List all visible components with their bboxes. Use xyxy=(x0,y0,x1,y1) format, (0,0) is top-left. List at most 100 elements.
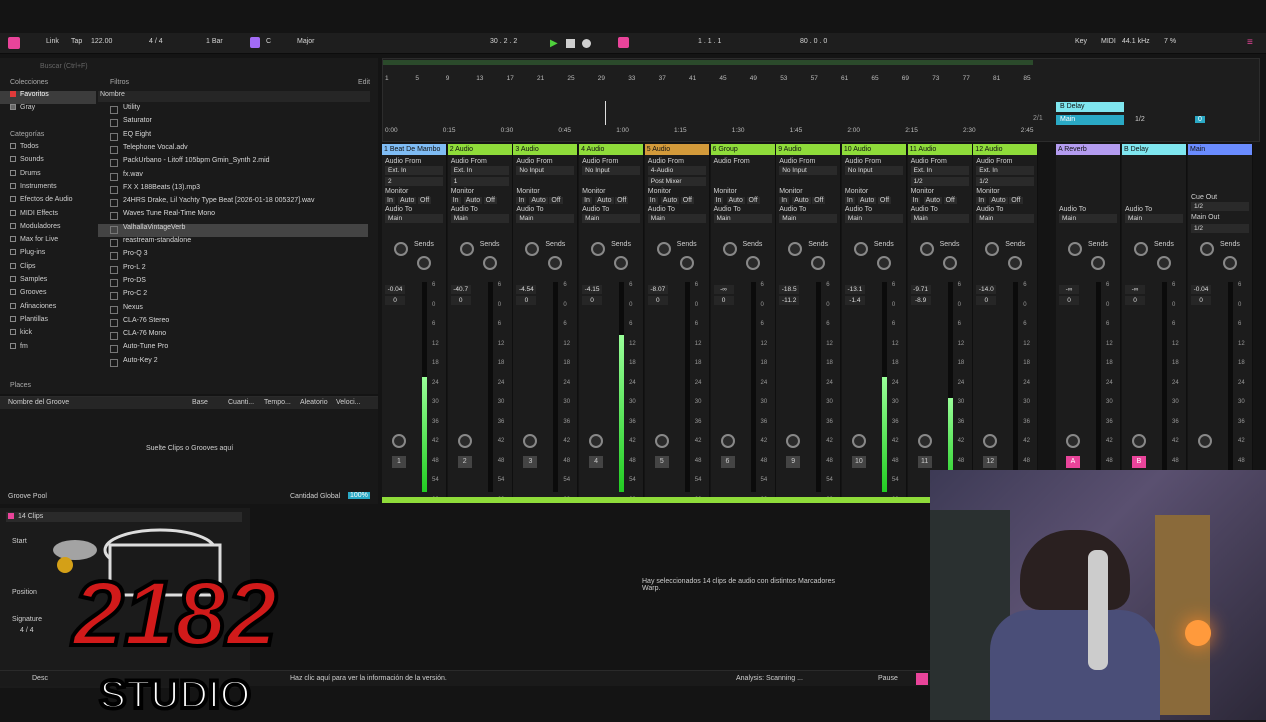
cue-out-select[interactable]: 1/2 xyxy=(1191,202,1249,211)
quantize-select[interactable]: 1 Bar xyxy=(206,38,223,45)
monitor-auto-button[interactable]: Auto xyxy=(595,197,614,204)
overview-strip[interactable] xyxy=(383,60,1033,65)
pan-knob[interactable] xyxy=(983,434,998,448)
track-activator[interactable]: 2 xyxy=(457,456,472,468)
groove-col-velocity[interactable]: Veloci... xyxy=(336,399,361,406)
app-menu-icon[interactable] xyxy=(8,37,20,49)
send-a-knob[interactable] xyxy=(985,242,1000,256)
output-select[interactable]: Main xyxy=(1125,214,1183,223)
groove-col-random[interactable]: Aleatorio xyxy=(300,399,328,406)
monitor-auto-button[interactable]: Auto xyxy=(923,197,942,204)
pan-value[interactable]: 0 xyxy=(1191,296,1211,305)
loop-length-field[interactable]: 80 . 0 . 0 xyxy=(800,38,827,45)
output-select[interactable]: Main xyxy=(844,214,903,223)
category-6[interactable]: Moduladores xyxy=(0,222,96,236)
volume-value[interactable]: -40.7 xyxy=(450,285,471,294)
category-3[interactable]: Instruments xyxy=(0,182,96,196)
input-type-select[interactable]: Ext. In xyxy=(976,166,1035,175)
monitor-in-button[interactable]: In xyxy=(516,197,527,204)
volume-value[interactable]: -9.71 xyxy=(910,285,931,294)
monitor-in-button[interactable]: In xyxy=(713,197,724,204)
volume-value[interactable]: -18.5 xyxy=(779,285,800,294)
pan-knob[interactable] xyxy=(1132,434,1146,448)
browser-item[interactable]: Auto-Key 2 xyxy=(98,357,368,370)
output-select[interactable]: Main xyxy=(647,214,706,223)
monitor-auto-button[interactable]: Auto xyxy=(792,197,811,204)
browser-item[interactable]: CLA-76 Mono xyxy=(98,330,368,343)
key-icon[interactable] xyxy=(250,37,260,48)
browser-item[interactable]: Pro-C 2 xyxy=(98,290,368,303)
send-b-knob[interactable] xyxy=(1223,256,1237,270)
browser-item[interactable]: ValhallaVintageVerb xyxy=(98,223,368,237)
browser-item[interactable]: 24HRS Drake, Lil Yachty Type Beat [2026-… xyxy=(98,197,368,210)
output-select[interactable]: Main xyxy=(910,214,969,223)
output-select[interactable]: Main xyxy=(1059,214,1117,223)
track-activator[interactable]: 10 xyxy=(851,456,866,468)
monitor-in-button[interactable]: In xyxy=(910,197,921,204)
track-activator[interactable]: 5 xyxy=(654,456,669,468)
key-map-button[interactable]: Key xyxy=(1075,38,1087,45)
signature-field[interactable]: 4 / 4 xyxy=(149,38,163,45)
track-activator[interactable]: A xyxy=(1066,456,1080,468)
pan-value[interactable]: 0 xyxy=(713,296,734,305)
browser-item[interactable]: FX X 188Beats (13).mp3 xyxy=(98,184,368,197)
category-2[interactable]: Drums xyxy=(0,169,96,183)
main-out-select[interactable]: 1/2 xyxy=(1191,224,1249,233)
send-a-knob[interactable] xyxy=(591,242,606,256)
global-amount-value[interactable]: 100% xyxy=(348,492,370,499)
output-select[interactable]: Main xyxy=(582,214,641,223)
output-select[interactable]: Main xyxy=(516,214,575,223)
pan-value[interactable]: -1.4 xyxy=(844,296,865,305)
pan-knob[interactable] xyxy=(1066,434,1080,448)
groove-col-quantize[interactable]: Cuanti... xyxy=(228,399,254,406)
track-activator[interactable]: 1 xyxy=(392,456,406,468)
collection-gray[interactable]: Gray xyxy=(0,104,96,117)
input-channel-select[interactable]: 1 xyxy=(450,177,509,186)
category-11[interactable]: Grooves xyxy=(0,289,96,302)
send-a-knob[interactable] xyxy=(853,242,868,256)
browser-item[interactable]: Saturator xyxy=(98,117,368,130)
track-name[interactable]: 1 Beat De Mambo xyxy=(382,144,446,155)
input-channel-select[interactable]: 2 xyxy=(385,177,443,186)
browser-item[interactable]: Pro-DS xyxy=(98,277,368,290)
category-8[interactable]: Plug-ins xyxy=(0,249,96,262)
monitor-auto-button[interactable]: Auto xyxy=(529,197,548,204)
browser-search-input[interactable]: Buscar (Ctrl+F) xyxy=(40,63,88,75)
track-name[interactable]: Main xyxy=(1188,144,1252,155)
pause-button[interactable]: Pause xyxy=(878,675,898,682)
send-b-knob[interactable] xyxy=(482,256,497,270)
send-b-knob[interactable] xyxy=(811,256,826,270)
send-b-knob[interactable] xyxy=(876,256,891,270)
pan-knob[interactable] xyxy=(589,434,604,448)
category-9[interactable]: Clips xyxy=(0,262,96,276)
monitor-in-button[interactable]: In xyxy=(976,197,987,204)
input-channel-select[interactable]: Post Mixer xyxy=(647,177,706,186)
send-b-knob[interactable] xyxy=(417,256,431,270)
track-name[interactable]: 9 Audio xyxy=(776,144,841,155)
volume-value[interactable]: -13.1 xyxy=(844,285,865,294)
monitor-in-button[interactable]: In xyxy=(385,197,395,204)
groove-col-base[interactable]: Base xyxy=(192,399,208,406)
input-channel-select[interactable]: 1/2 xyxy=(976,177,1035,186)
arrangement-overview[interactable]: 1 5 9 13 17 21 25 29 33 37 41 45 49 53 57 61 65 69 73 77 81 8… xyxy=(382,58,1260,142)
send-a-knob[interactable] xyxy=(394,242,408,256)
monitor-in-button[interactable]: In xyxy=(582,197,592,204)
send-a-knob[interactable] xyxy=(1134,242,1148,256)
input-channel-select[interactable]: 1/2 xyxy=(910,177,969,186)
pan-value[interactable]: 0 xyxy=(385,296,405,305)
category-7[interactable]: Max for Live xyxy=(0,236,96,249)
tempo-field[interactable]: 122.00 xyxy=(91,38,112,45)
pan-knob[interactable] xyxy=(392,434,406,448)
monitor-in-button[interactable]: In xyxy=(647,197,658,204)
monitor-auto-button[interactable]: Auto xyxy=(398,197,417,204)
song-position[interactable]: 30 . 2 . 2 xyxy=(490,38,517,45)
send-b-knob[interactable] xyxy=(614,256,629,270)
scale-select[interactable]: Major xyxy=(297,38,315,45)
track-activator[interactable]: 11 xyxy=(917,456,932,468)
monitor-in-button[interactable]: In xyxy=(779,197,790,204)
pan-value[interactable]: 0 xyxy=(647,296,668,305)
automation-arm-icon[interactable] xyxy=(618,37,629,48)
pan-value[interactable]: 0 xyxy=(1059,296,1079,305)
track-name[interactable]: 12 Audio xyxy=(973,144,1038,155)
monitor-off-button[interactable]: Off xyxy=(877,197,892,204)
